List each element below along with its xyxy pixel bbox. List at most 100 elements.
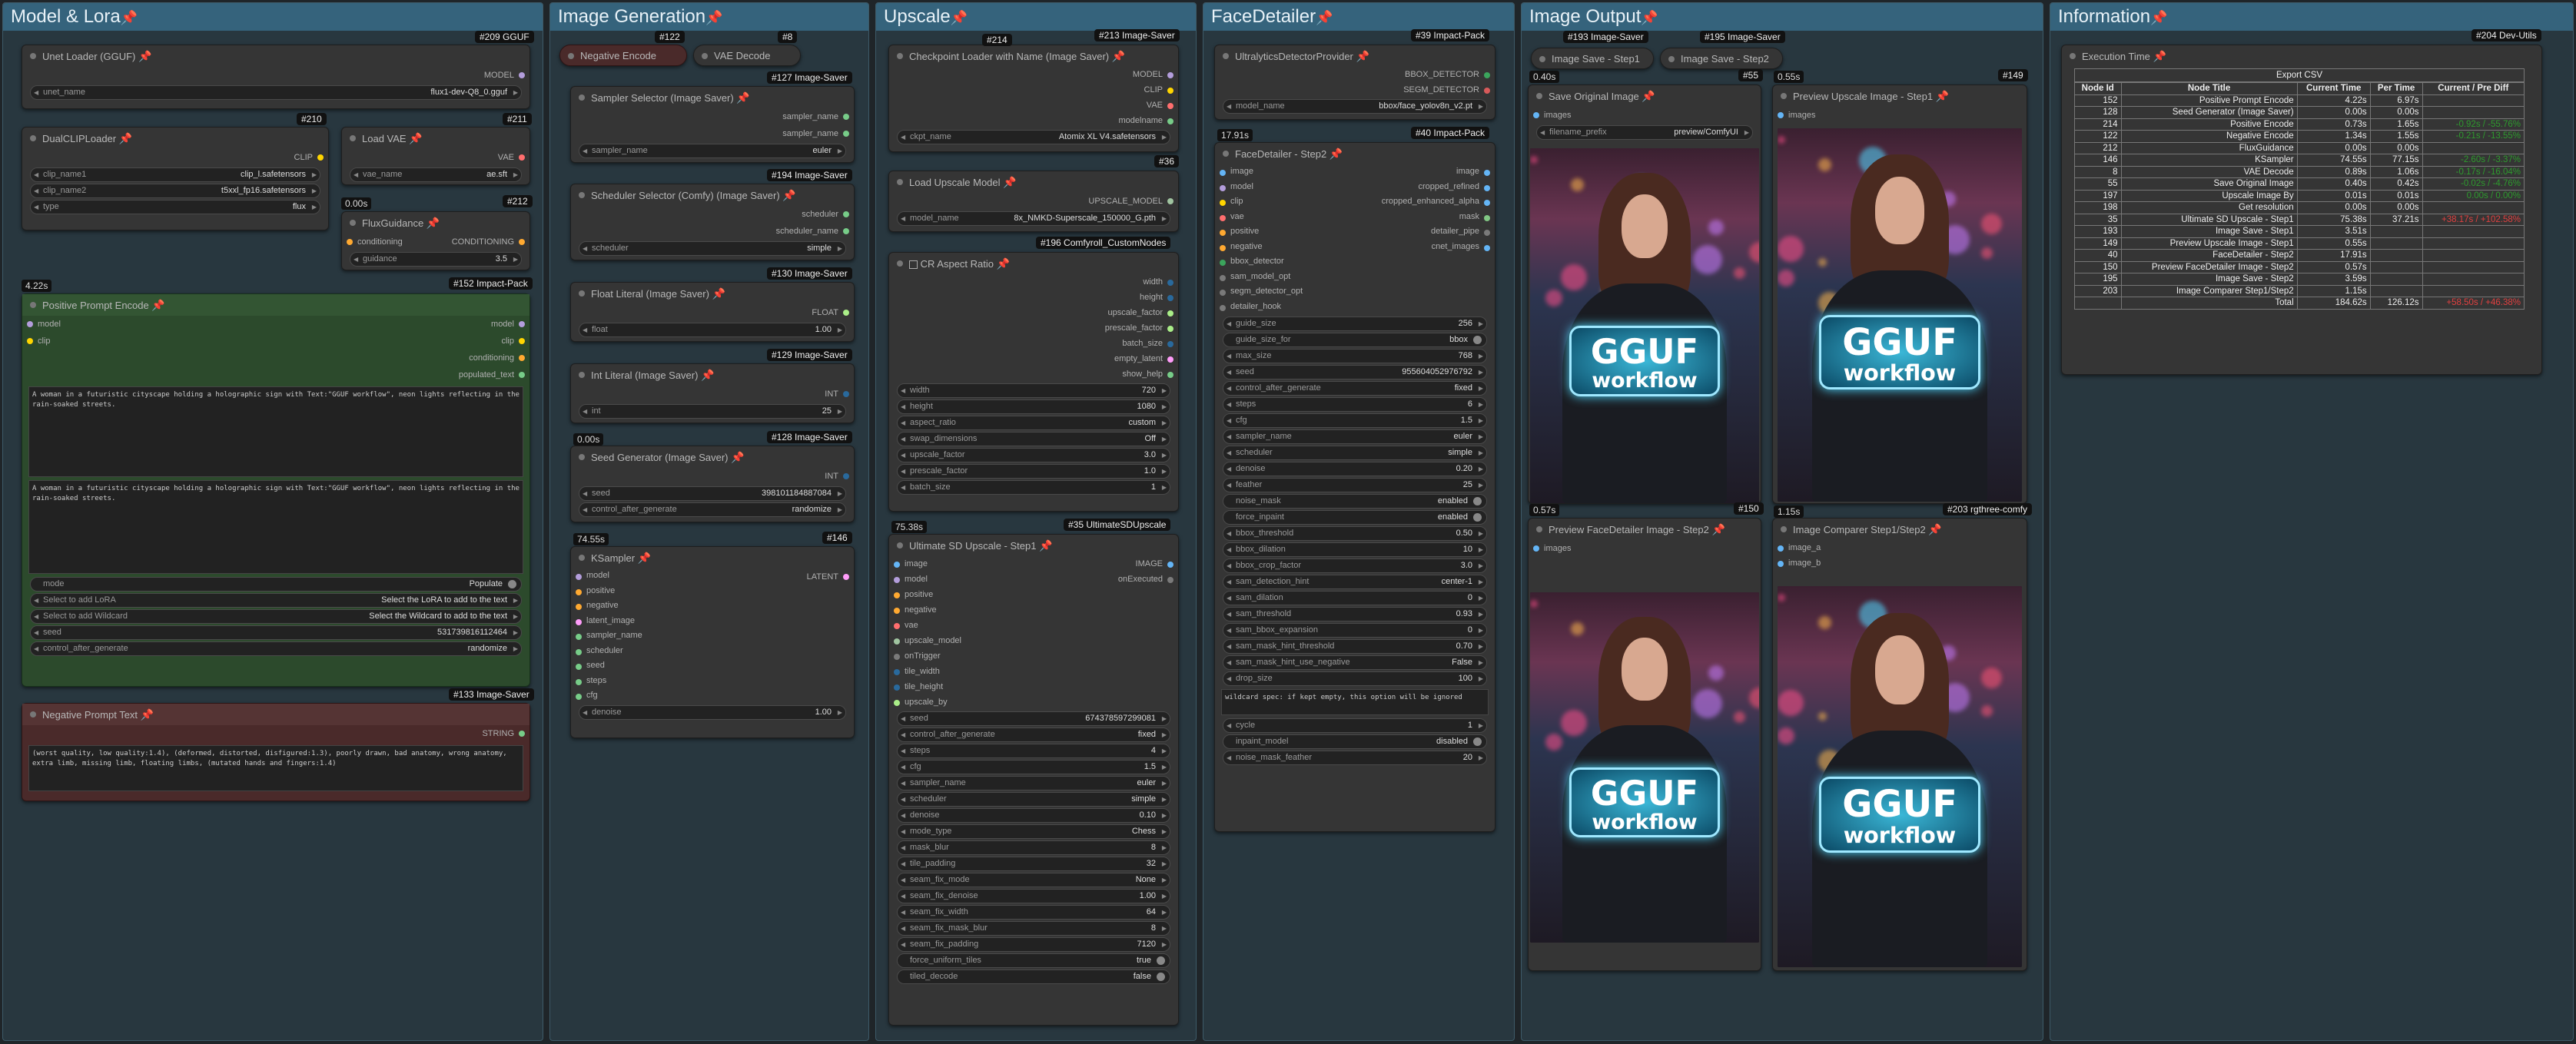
pin-icon[interactable]: 📌 <box>119 132 132 144</box>
node-title[interactable]: Image Save - Step1 <box>1532 48 1653 70</box>
wildcard-textarea[interactable]: wildcard spec: if kept empty, this optio… <box>1221 689 1489 715</box>
pin-icon[interactable]: 📌 <box>138 50 151 62</box>
output-sampler-name[interactable]: sampler_name <box>571 108 854 125</box>
node-title[interactable]: Image Comparer Step1/Step2 📌 <box>1773 519 2027 540</box>
input-model[interactable]: model <box>22 316 276 333</box>
widget-guide-size[interactable]: guide_size 256 <box>1223 317 1487 331</box>
node-preview-facedetailer[interactable]: Preview FaceDetailer Image - Step2 📌 ima… <box>1528 518 1761 971</box>
widget-vae-name[interactable]: vae_name ae.sft <box>350 167 522 182</box>
input-model[interactable]: model <box>889 572 1178 587</box>
node-scheduler-selector[interactable]: Scheduler Selector (Comfy) (Image Saver)… <box>570 184 855 260</box>
pin-icon[interactable]: 📌 <box>712 287 725 300</box>
pin-icon[interactable]: 📌 <box>1112 50 1125 62</box>
group-title[interactable]: Upscale📌 <box>876 3 1196 31</box>
widget-sam-detection-hint[interactable]: sam_detection_hint center-1 <box>1223 575 1487 589</box>
widget-seam-fix-mask-blur[interactable]: seam_fix_mask_blur 8 <box>897 921 1170 936</box>
output-image-preview[interactable]: GGUF workflow <box>1778 128 2022 502</box>
widget-float[interactable]: float 1.00 <box>579 323 846 337</box>
widget-mode[interactable]: mode Populate <box>30 577 522 592</box>
node-title[interactable]: Scheduler Selector (Comfy) (Image Saver)… <box>571 184 854 206</box>
widget-mode-type[interactable]: mode_type Chess <box>897 824 1170 839</box>
group-title[interactable]: FaceDetailer📌 <box>1203 3 1514 31</box>
output-scheduler-name[interactable]: scheduler_name <box>571 223 854 240</box>
widget-noise-mask-feather[interactable]: noise_mask_feather 20 <box>1223 751 1487 765</box>
widget-guide-size-for[interactable]: guide_size_for bbox <box>1223 333 1487 347</box>
widget-drop-size[interactable]: drop_size 100 <box>1223 671 1487 686</box>
pin-icon[interactable]: 📌 <box>1936 90 1949 102</box>
pin-icon[interactable]: 📌 <box>1003 176 1016 188</box>
input-cfg[interactable]: cfg <box>571 688 854 704</box>
node-sampler-selector[interactable]: Sampler Selector (Image Saver) 📌 sampler… <box>570 86 855 163</box>
group-title[interactable]: Image Generation📌 <box>550 3 868 31</box>
output-populated-text[interactable]: populated_text <box>276 366 529 383</box>
node-ultralytics-detector[interactable]: UltralyticsDetectorProvider 📌 BBOX_DETEC… <box>1214 45 1495 120</box>
output-scheduler[interactable]: scheduler <box>571 206 854 223</box>
input-positive[interactable]: positive <box>1215 224 1495 240</box>
output-float[interactable]: FLOAT <box>571 304 854 321</box>
widget-clip-name1[interactable]: clip_name1 clip_l.safetensors <box>30 167 320 182</box>
input-on-trigger[interactable]: onTrigger <box>889 648 1178 664</box>
input-tile-height[interactable]: tile_height <box>889 679 1178 694</box>
widget-mask-blur[interactable]: mask_blur 8 <box>897 840 1170 855</box>
node-float-literal[interactable]: Float Literal (Image Saver) 📌 FLOAT floa… <box>570 282 855 342</box>
widget-int[interactable]: int 25 <box>579 404 846 419</box>
output-empty-latent[interactable]: empty_latent <box>889 351 1178 366</box>
output-model[interactable]: model <box>276 316 529 333</box>
pin-icon[interactable]: 📌 <box>409 132 422 144</box>
widget-height[interactable]: height 1080 <box>897 399 1170 414</box>
node-title[interactable]: Sampler Selector (Image Saver) 📌 <box>571 87 854 108</box>
output-show-help[interactable]: show_help <box>889 366 1178 382</box>
prompt-textarea[interactable]: A woman in a futuristic cityscape holdin… <box>28 386 523 477</box>
widget-filename-prefix[interactable]: filename_prefix preview/ComfyUI <box>1536 125 1753 140</box>
pin-icon[interactable]: 📌 <box>1711 523 1725 535</box>
node-title[interactable]: Preview Upscale Image - Step1 📌 <box>1773 85 2027 107</box>
node-image-comparer[interactable]: Image Comparer Step1/Step2 📌 image_a ima… <box>1772 518 2027 971</box>
output-segm-detector[interactable]: SEGM_DETECTOR <box>1215 82 1495 98</box>
input-clip[interactable]: clip <box>1215 194 1495 210</box>
pin-icon[interactable]: 📌 <box>2150 10 2167 25</box>
input-tile-width[interactable]: tile_width <box>889 664 1178 679</box>
node-ksampler[interactable]: KSampler 📌 LATENT model positive negativ… <box>570 546 855 738</box>
node-execution-time[interactable]: Execution Time 📌 Export CSV Node Id Node … <box>2061 45 2542 375</box>
widget-type[interactable]: type flux <box>30 200 320 214</box>
widget-denoise[interactable]: denoise 0.10 <box>897 808 1170 823</box>
pin-icon[interactable]: 📌 <box>782 189 795 201</box>
input-detailer-hook[interactable]: detailer_hook <box>1215 300 1495 315</box>
output-clip[interactable]: CLIP <box>889 82 1178 98</box>
input-positive[interactable]: positive <box>889 587 1178 602</box>
node-ultimate-sd-upscale[interactable]: Ultimate SD Upscale - Step1 📌 IMAGE onEx… <box>888 534 1179 1026</box>
pin-icon[interactable]: 📌 <box>1316 10 1333 25</box>
node-checkpoint-loader[interactable]: Checkpoint Loader with Name (Image Saver… <box>888 45 1179 152</box>
input-scheduler[interactable]: scheduler <box>571 644 854 659</box>
pin-icon[interactable]: 📌 <box>121 10 138 25</box>
widget-model-name[interactable]: model_name bbox/face_yolov8n_v2.pt <box>1223 99 1487 114</box>
widget-upscale-factor[interactable]: upscale_factor 3.0 <box>897 448 1170 462</box>
node-unet-loader[interactable]: Unet Loader (GGUF) 📌 MODEL unet_name flux… <box>22 45 530 109</box>
widget-force-inpaint[interactable]: force_inpaint enabled <box>1223 510 1487 525</box>
output-dot[interactable] <box>519 239 525 245</box>
widget-steps[interactable]: steps 6 <box>1223 397 1487 412</box>
input-negative[interactable]: negative <box>1215 240 1495 255</box>
output-vae[interactable]: VAE <box>889 98 1178 113</box>
widget-scheduler[interactable]: scheduler simple <box>1223 446 1487 460</box>
pin-icon[interactable]: 📌 <box>701 369 714 381</box>
pin-icon[interactable]: 📌 <box>1039 539 1052 552</box>
widget-seed[interactable]: seed 674378597299081 <box>897 711 1170 726</box>
widget-tile-padding[interactable]: tile_padding 32 <box>897 857 1170 871</box>
node-cr-aspect-ratio[interactable]: CR Aspect Ratio 📌 width height upscale_f… <box>888 252 1179 512</box>
pin-icon[interactable]: 📌 <box>1641 10 1658 25</box>
populated-textarea[interactable]: A woman in a futuristic cityscape holdin… <box>28 480 523 574</box>
widget-bbox-threshold[interactable]: bbox_threshold 0.50 <box>1223 526 1487 541</box>
input-upscale-model[interactable]: upscale_model <box>889 633 1178 648</box>
widget-steps[interactable]: steps 4 <box>897 744 1170 758</box>
node-title[interactable]: Preview FaceDetailer Image - Step2 📌 <box>1529 519 1761 540</box>
table-header-cell[interactable]: Node Id <box>2074 82 2122 95</box>
input-negative[interactable]: negative <box>889 602 1178 618</box>
widget-sam-mask-hint-threshold[interactable]: sam_mask_hint_threshold 0.70 <box>1223 639 1487 654</box>
widget-prescale-factor[interactable]: prescale_factor 1.0 <box>897 464 1170 479</box>
pin-icon[interactable]: 📌 <box>1356 50 1369 62</box>
node-title[interactable]: Int Literal (Image Saver) 📌 <box>571 364 854 386</box>
input-images[interactable]: images <box>1529 540 1761 557</box>
widget-guidance[interactable]: guidance 3.5 <box>350 252 522 267</box>
output-string[interactable]: STRING <box>22 725 529 742</box>
